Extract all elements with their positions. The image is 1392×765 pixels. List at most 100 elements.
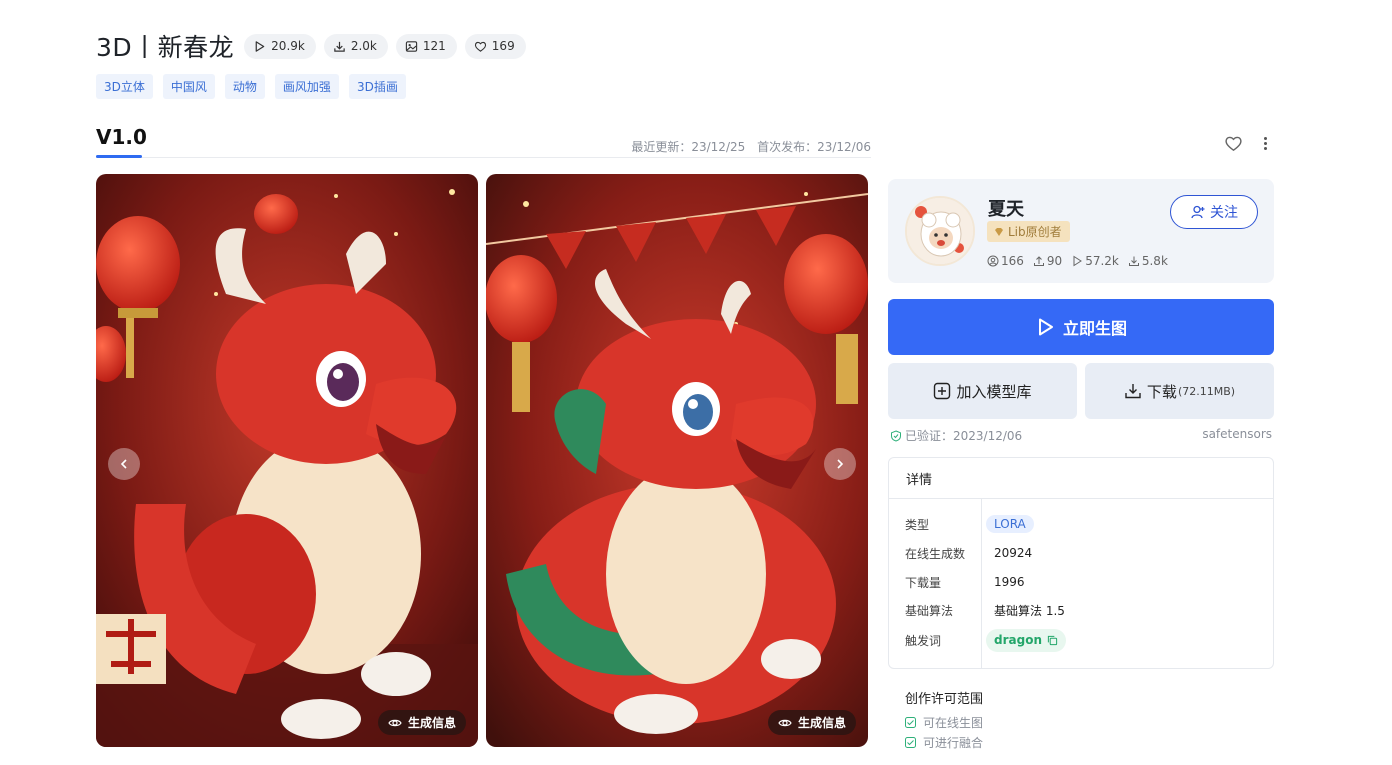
download-icon (334, 41, 345, 52)
downloads-stat: 2.0k (323, 33, 388, 59)
verified-status: 已验证：2023/12/06 (890, 427, 1022, 444)
gen-info-button-1[interactable]: 生成信息 (377, 710, 466, 735)
verified-text: 已验证：2023/12/06 (905, 429, 1023, 443)
likes-stat: 169 (464, 33, 526, 59)
tag-list: 3D立体 中国风 动物 画风加强 3D插画 (96, 74, 416, 99)
creator-uploads-count: 90 (1046, 254, 1063, 268)
play-icon (255, 40, 265, 52)
more-dot-icon (1263, 136, 1267, 140)
dragon-illustration-1 (96, 174, 478, 747)
more-dot-icon (1263, 141, 1267, 145)
detail-value: 基础算法 1.5 (994, 603, 1065, 618)
creator-name[interactable]: 夏天 (988, 195, 1024, 221)
tag-3d-illustration[interactable]: 3D插画 (348, 74, 406, 99)
detail-value: 20924 (994, 546, 1033, 560)
chevron-left-icon (120, 459, 127, 469)
detail-key: 基础算法 (905, 603, 954, 618)
check-square-icon (905, 737, 916, 748)
images-stat: 121 (395, 33, 457, 59)
follow-button[interactable]: 关注 (1170, 195, 1258, 229)
tag-animal[interactable]: 动物 (224, 74, 265, 99)
user-circle-icon (987, 255, 999, 267)
creator-followers: 166 (987, 254, 1024, 268)
download-icon (1125, 384, 1141, 399)
creator-downloads: 5.8k (1128, 254, 1168, 268)
version-tab[interactable]: V1.0 (96, 125, 147, 149)
copy-icon[interactable] (1047, 635, 1058, 646)
creator-runs-count: 57.2k (1085, 254, 1119, 268)
detail-key: 类型 (905, 517, 930, 532)
version-bar: V1.0 最近更新：23/12/25 首次发布：23/12/06 (96, 125, 871, 158)
follow-label: 关注 (1210, 205, 1238, 221)
trigger-word-chip[interactable]: dragon (986, 628, 1066, 652)
gallery-prev-button[interactable] (108, 448, 140, 480)
creator-uploads: 90 (1033, 254, 1062, 268)
more-dot-icon (1263, 146, 1267, 150)
creator-runs: 57.2k (1071, 254, 1119, 268)
details-panel: 详情 类型 LORA 在线生成数 20924 下载量 1996 基础算法 基础算… (888, 457, 1274, 669)
detail-row-online-generations: 在线生成数 20924 (889, 542, 1273, 564)
downloads-count: 2.0k (350, 39, 377, 53)
detail-row-trigger-word: 触发词 dragon (889, 628, 1273, 652)
likes-count: 169 (491, 39, 515, 53)
license-item-label: 可进行融合 (923, 736, 984, 750)
add-to-library-button[interactable]: 加入模型库 (888, 363, 1077, 419)
runs-stat: 20.9k (244, 33, 316, 59)
check-square-icon (905, 717, 916, 728)
version-tab-indicator (96, 155, 142, 158)
runs-count: 20.9k (271, 39, 305, 53)
download-label: 下载 (1146, 382, 1177, 401)
gallery-next-button[interactable] (824, 448, 856, 480)
tag-style-enhance[interactable]: 画风加强 (274, 74, 339, 99)
model-type-badge: LORA (986, 515, 1034, 533)
file-format: safetensors (1202, 427, 1272, 441)
detail-row-base-model: 基础算法 基础算法 1.5 (889, 599, 1273, 621)
gallery-image-1[interactable]: 生成信息 (96, 174, 478, 747)
creator-stats: 166 90 57.2k 5.8k (987, 254, 1177, 268)
creator-downloads-count: 5.8k (1141, 254, 1168, 268)
image-icon (405, 40, 418, 52)
gallery-image-2[interactable]: 生成信息 (486, 174, 868, 747)
detail-key: 下载量 (905, 575, 942, 590)
creator-followers-count: 166 (1001, 254, 1024, 268)
tag-chinese-style[interactable]: 中国风 (162, 74, 215, 99)
detail-value: 1996 (994, 575, 1025, 589)
gen-info-label: 生成信息 (407, 716, 456, 730)
eye-icon (778, 719, 792, 726)
add-user-icon (1191, 205, 1205, 219)
generate-now-button[interactable]: 立即生图 (888, 299, 1274, 355)
chevron-right-icon (837, 459, 844, 469)
gen-info-button-2[interactable]: 生成信息 (767, 710, 856, 735)
original-creator-badge: Lib原创者 (987, 221, 1070, 242)
detail-row-type: 类型 LORA (889, 513, 1273, 535)
published-date: 首次发布：23/12/06 (757, 140, 871, 154)
diamond-icon (995, 227, 1003, 236)
detail-key: 在线生成数 (905, 546, 966, 561)
gen-info-label: 生成信息 (797, 716, 846, 730)
upload-icon (1033, 256, 1044, 266)
updated-date: 最近更新：23/12/25 (631, 140, 746, 154)
license-item-label: 可在线生图 (923, 716, 984, 730)
license-heading: 创作许可范围 (905, 692, 984, 707)
download-size: (72.11MB) (1177, 384, 1236, 398)
add-to-library-label: 加入模型库 (956, 382, 1032, 401)
tag-3d[interactable]: 3D立体 (96, 74, 153, 99)
dragon-illustration-2 (486, 174, 868, 747)
favorite-button[interactable] (1222, 132, 1244, 154)
details-heading: 详情 (889, 458, 1273, 499)
badge-label: Lib原创者 (1008, 225, 1062, 239)
license-item-merge: 可进行融合 (905, 734, 983, 751)
heart-icon (474, 41, 486, 52)
avatar[interactable] (905, 196, 975, 266)
creator-card: 夏天 Lib原创者 166 90 57.2k 5.8k 关注 (888, 179, 1274, 283)
generate-now-label: 立即生图 (1062, 319, 1127, 338)
download-button[interactable]: 下载 (72.11MB) (1085, 363, 1274, 419)
eye-icon (388, 719, 402, 726)
model-header: 3D丨新春龙 20.9k 2.0k 121 169 (96, 28, 534, 64)
trigger-word: dragon (994, 633, 1042, 647)
download-icon (1128, 256, 1139, 266)
detail-key: 触发词 (905, 633, 942, 648)
model-title: 3D丨新春龙 (96, 33, 235, 62)
play-icon (1073, 255, 1083, 267)
more-options-button[interactable] (1258, 132, 1272, 154)
